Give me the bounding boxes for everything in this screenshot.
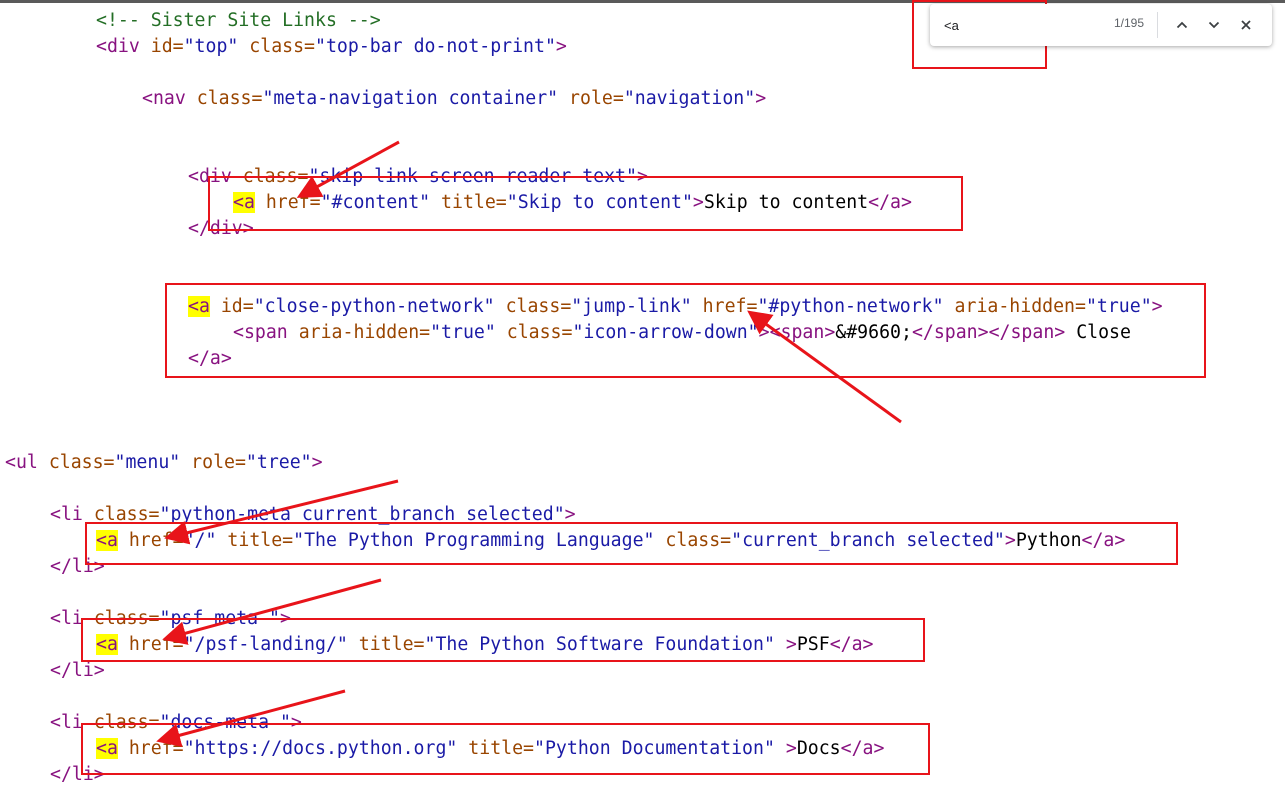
arrow-skip-link xyxy=(296,140,400,198)
arrow-python-link xyxy=(164,479,399,545)
annotation-arrows xyxy=(156,140,902,747)
find-separator xyxy=(1157,12,1158,38)
find-previous-button[interactable] xyxy=(1170,13,1194,37)
find-next-button[interactable] xyxy=(1202,13,1226,37)
find-match-count: 1/195 xyxy=(1113,16,1144,30)
find-input[interactable] xyxy=(944,15,1104,35)
arrow-docs-link xyxy=(156,689,346,747)
close-icon xyxy=(1241,20,1251,30)
arrow-close-link xyxy=(747,310,902,424)
arrow-psf-link xyxy=(162,578,382,645)
chevron-up-icon xyxy=(1176,21,1188,29)
find-in-page-bar: 1/195 xyxy=(930,4,1272,46)
find-close-button[interactable] xyxy=(1234,13,1258,37)
chevron-down-icon xyxy=(1208,21,1220,29)
